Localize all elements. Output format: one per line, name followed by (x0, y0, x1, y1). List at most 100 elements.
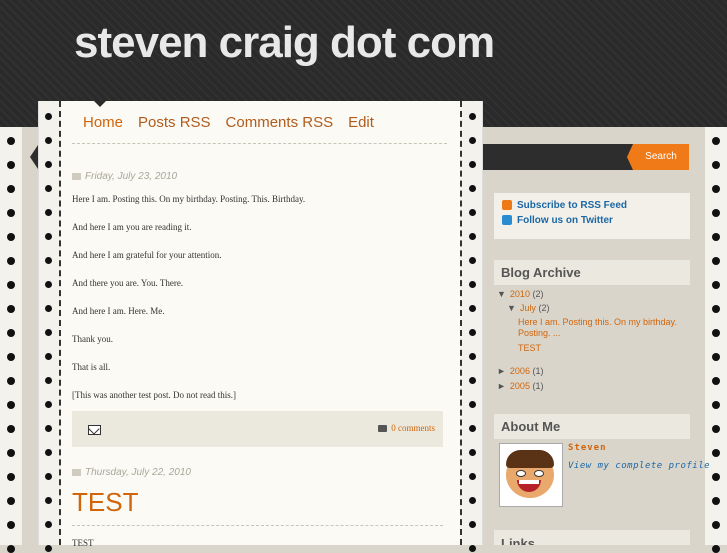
nav-divider (72, 143, 447, 144)
perforation-hole (712, 473, 720, 481)
perforation-hole (45, 209, 52, 216)
perforation-hole (7, 401, 15, 409)
perforation-hole (469, 233, 476, 240)
perforation-hole (712, 545, 720, 553)
main-content: Home Posts RSS Comments RSS Edit Friday,… (38, 101, 483, 552)
perforation-hole (7, 161, 15, 169)
perforation-hole (469, 497, 476, 504)
about-header: About Me (494, 414, 690, 439)
perforation-hole (45, 449, 52, 456)
perforation-hole (712, 449, 720, 457)
view-profile-link[interactable]: View my complete profile (568, 461, 710, 471)
archive-month-july[interactable]: ▼ July (2) (507, 303, 549, 313)
perforation-hole (712, 401, 720, 409)
perforation-hole (712, 185, 720, 193)
expand-toggle-icon[interactable]: ► (497, 366, 506, 376)
perforation-hole (7, 233, 15, 241)
post-text-line: That is all. (72, 362, 111, 372)
subscribe-rss-link[interactable]: Subscribe to RSS Feed (502, 200, 682, 211)
perforation-hole (469, 329, 476, 336)
perforation-hole (712, 305, 720, 313)
perforation-hole (469, 113, 476, 120)
perforation-hole (7, 329, 15, 337)
archive-year-2010[interactable]: ▼ 2010 (2) (497, 289, 543, 299)
perforation-hole (469, 161, 476, 168)
perforation-hole (45, 329, 52, 336)
nav-edit[interactable]: Edit (348, 114, 374, 131)
nav-home[interactable]: Home (83, 114, 123, 131)
expand-toggle-icon[interactable]: ► (497, 381, 506, 391)
post-text-line: Here I am. Posting this. On my birthday.… (72, 194, 306, 204)
search-button[interactable]: Search (627, 144, 689, 170)
perforation-hole (45, 497, 52, 504)
perforation-hole (7, 425, 15, 433)
perforation-hole (45, 353, 52, 360)
post-text-line: Thank you. (72, 334, 113, 344)
perforation-hole (45, 113, 52, 120)
perforation-hole (469, 449, 476, 456)
rss-icon (502, 200, 512, 211)
perforation-hole (469, 185, 476, 192)
post-text-line: And there you are. You. There. (72, 278, 184, 288)
post-footer: 0 comments (72, 411, 443, 447)
post-title[interactable]: TEST (72, 487, 138, 518)
nav-comments-rss[interactable]: Comments RSS (226, 114, 334, 131)
perforation-hole (712, 521, 720, 529)
perforation-hole (469, 353, 476, 360)
perforation-hole (7, 497, 15, 505)
nav-posts-rss[interactable]: Posts RSS (138, 114, 211, 131)
perforation-hole (712, 329, 720, 337)
perforation-hole (469, 305, 476, 312)
site-title[interactable]: steven craig dot com (74, 18, 495, 68)
avatar[interactable] (499, 443, 563, 507)
perforation-hole (7, 521, 15, 529)
perforation-hole (7, 377, 15, 385)
perforation-hole (45, 257, 52, 264)
post-text-line: And here I am. Here. Me. (72, 306, 165, 316)
perforation-hole (7, 281, 15, 289)
nav-active-marker (94, 101, 106, 107)
perforation-hole (712, 497, 720, 505)
perforation-hole (7, 137, 15, 145)
author-name[interactable]: Steven (568, 443, 607, 453)
avatar-eye (516, 470, 526, 477)
collapse-toggle-icon[interactable]: ▼ (497, 289, 506, 299)
perforation-hole (7, 257, 15, 265)
collapse-toggle-icon[interactable]: ▼ (507, 303, 516, 313)
perforation-hole (7, 185, 15, 193)
perforation-hole (45, 521, 52, 528)
perforation-hole (469, 209, 476, 216)
perforation-hole (45, 377, 52, 384)
perforation-hole (469, 545, 476, 552)
perforation-hole (712, 209, 720, 217)
avatar-teeth (519, 480, 539, 484)
perforation-hole (469, 257, 476, 264)
post-date: Friday, July 23, 2010 (72, 171, 177, 182)
archive-post-link[interactable]: Here I am. Posting this. On my birthday.… (518, 317, 688, 339)
perforation-hole (712, 161, 720, 169)
perforation-hole (45, 233, 52, 240)
post-date: Thursday, July 22, 2010 (72, 467, 191, 478)
email-post-icon[interactable] (88, 425, 101, 435)
comments-link[interactable]: 0 comments (378, 423, 435, 433)
perforation-hole (7, 545, 15, 553)
perforation-hole (469, 377, 476, 384)
calendar-icon (72, 172, 81, 180)
archive-year-2006[interactable]: ► 2006 (1) (497, 366, 543, 376)
main-nav: Home Posts RSS Comments RSS Edit (83, 114, 374, 131)
perforation-hole (469, 473, 476, 480)
about-title: About Me (494, 414, 690, 439)
right-perforated-rail (705, 127, 727, 553)
follow-twitter-link[interactable]: Follow us on Twitter (502, 215, 682, 226)
avatar-eye (534, 470, 544, 477)
perforation-hole (45, 401, 52, 408)
feed-box: Subscribe to RSS Feed Follow us on Twitt… (494, 193, 690, 239)
paper-strip-left (39, 101, 61, 552)
search-bar[interactable] (483, 144, 633, 170)
perforation-hole (45, 185, 52, 192)
links-title: Links (501, 536, 535, 545)
archive-year-2005[interactable]: ► 2005 (1) (497, 381, 543, 391)
post-text-line: And here I am grateful for your attentio… (72, 250, 222, 260)
perforation-hole (45, 137, 52, 144)
archive-post-link[interactable]: TEST (518, 343, 541, 353)
